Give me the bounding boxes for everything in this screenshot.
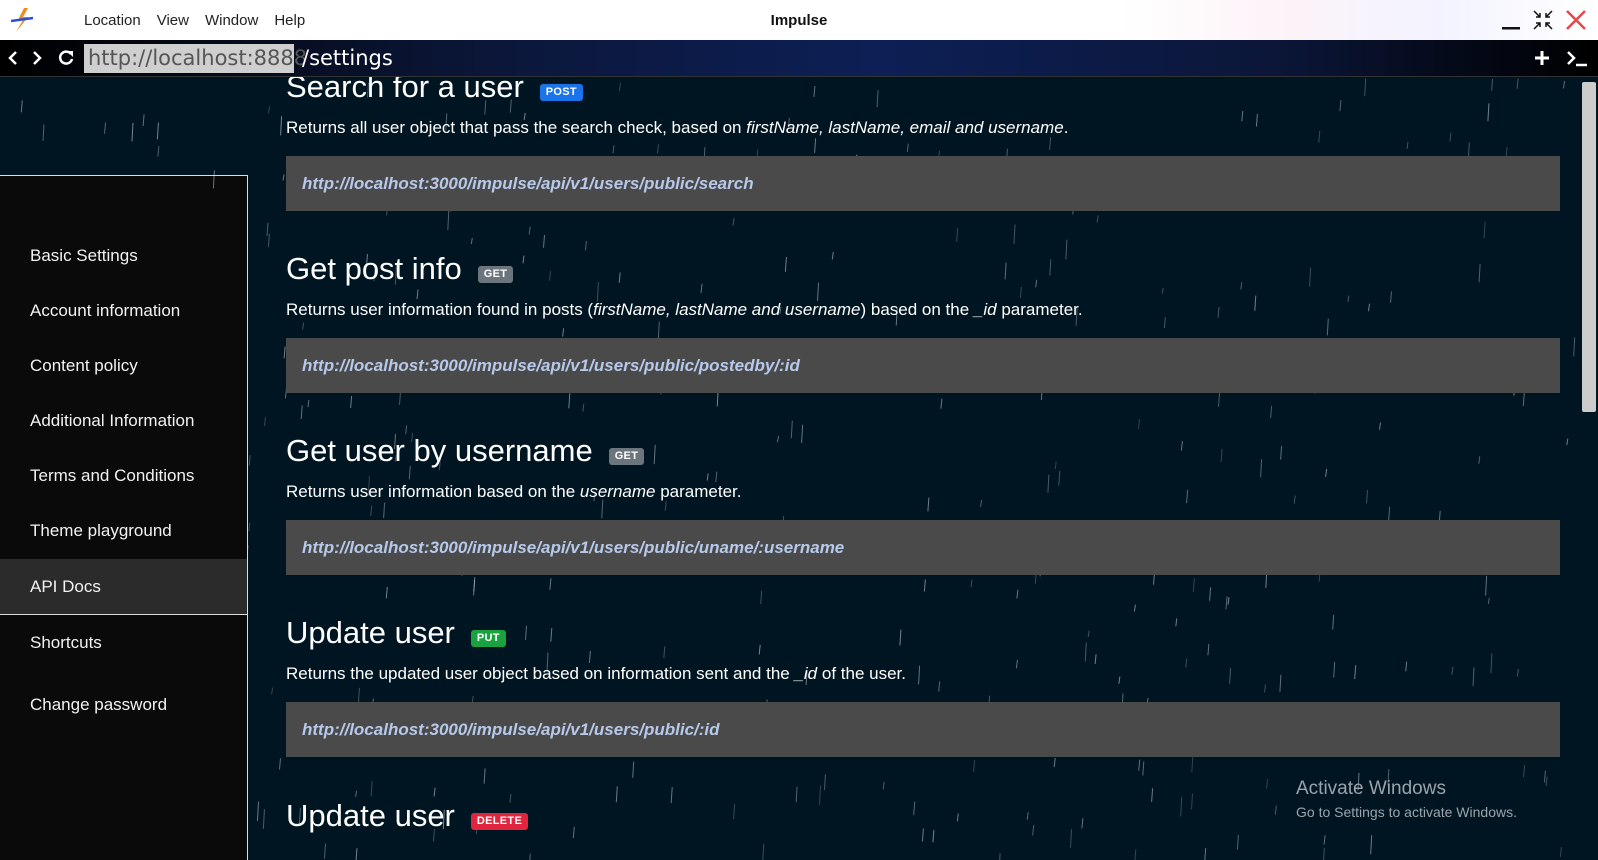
watermark-subtitle: Go to Settings to activate Windows. [1296,804,1517,820]
terminal-icon[interactable] [1566,48,1588,68]
address-bar-actions [1532,48,1588,68]
scrollbar-thumb[interactable] [1582,82,1596,412]
back-button[interactable] [3,48,23,68]
endpoint-description: Returns all user object that pass the se… [286,118,1069,137]
menu-location[interactable]: Location [84,12,141,29]
sidebar: Basic Settings Account information Conte… [0,77,248,860]
sidebar-item-additional-information[interactable]: Additional Information [0,393,247,449]
endpoint-title: Search for a user POST [286,77,1560,105]
sidebar-item-basic-settings[interactable]: Basic Settings [0,228,247,284]
method-badge: POST [539,83,583,101]
endpoint-update-user-put: Update user PUT Returns the updated user… [286,615,1560,757]
refresh-icon [58,50,74,65]
endpoint-description: Returns the updated user object based on… [286,664,906,683]
endpoint-search-user: Search for a user POST Returns all user … [286,77,1560,211]
rain-streak [257,801,259,821]
method-badge: PUT [470,629,506,647]
menu-window[interactable]: Window [205,12,258,29]
sidebar-item-api-docs[interactable]: API Docs [0,559,247,615]
menu-help[interactable]: Help [274,12,305,29]
watermark-title: Activate Windows [1296,778,1446,799]
sidebar-item-terms-and-conditions[interactable]: Terms and Conditions [0,448,247,504]
chevron-left-icon [8,51,17,65]
forward-button[interactable] [27,48,47,68]
endpoint-get-post-info: Get post info GET Returns user informati… [286,251,1560,393]
method-badge: GET [477,265,514,283]
chevron-right-icon [33,51,42,65]
address-bar: http://localhost:8888 /settings [0,40,1598,77]
endpoint-url[interactable]: http://localhost:3000/impulse/api/v1/use… [286,156,1560,211]
rain-streak [248,455,251,466]
sidebar-item-change-password[interactable]: Change password [0,677,247,733]
endpoint-get-user-by-username: Get user by username GET Returns user in… [286,433,1560,575]
endpoint-url[interactable]: http://localhost:3000/impulse/api/v1/use… [286,702,1560,757]
endpoint-title: Get post info GET [286,251,1560,287]
endpoint-title: Get user by username GET [286,433,1560,469]
sidebar-item-shortcuts[interactable]: Shortcuts [0,615,247,671]
url-path[interactable]: /settings [302,44,393,73]
sidebar-item-theme-playground[interactable]: Theme playground [0,503,247,559]
sidebar-nav: Basic Settings Account information Conte… [0,175,248,860]
api-docs-content: Search for a user POST Returns all user … [264,77,1580,860]
reload-button[interactable] [56,48,76,68]
rain-streak [248,522,251,532]
endpoint-url[interactable]: http://localhost:3000/impulse/api/v1/use… [286,338,1560,393]
endpoint-title: Update user PUT [286,615,1560,651]
plus-icon[interactable] [1532,48,1552,68]
sidebar-item-content-policy[interactable]: Content policy [0,338,247,394]
endpoint-url[interactable]: http://localhost:3000/impulse/api/v1/use… [286,520,1560,575]
method-badge: GET [608,447,645,465]
activate-windows-watermark: Activate Windows Go to Settings to activ… [1296,778,1517,820]
endpoint-description: Returns user information based on the us… [286,482,742,501]
method-badge: DELETE [470,812,529,830]
endpoint-description: Returns user information found in posts … [286,300,1083,319]
menu-bar: Location View Window Help [84,0,305,40]
close-icon[interactable] [1564,8,1588,32]
restore-icon[interactable] [1532,9,1554,31]
menu-view[interactable]: View [157,12,189,29]
sidebar-item-account-information[interactable]: Account information [0,283,247,339]
minimize-icon[interactable] [1500,9,1522,31]
app-logo-icon [10,8,34,32]
title-bar: Location View Window Help Impulse [0,0,1598,40]
url-host[interactable]: http://localhost:8888 [84,44,307,73]
window-controls [1500,8,1588,32]
